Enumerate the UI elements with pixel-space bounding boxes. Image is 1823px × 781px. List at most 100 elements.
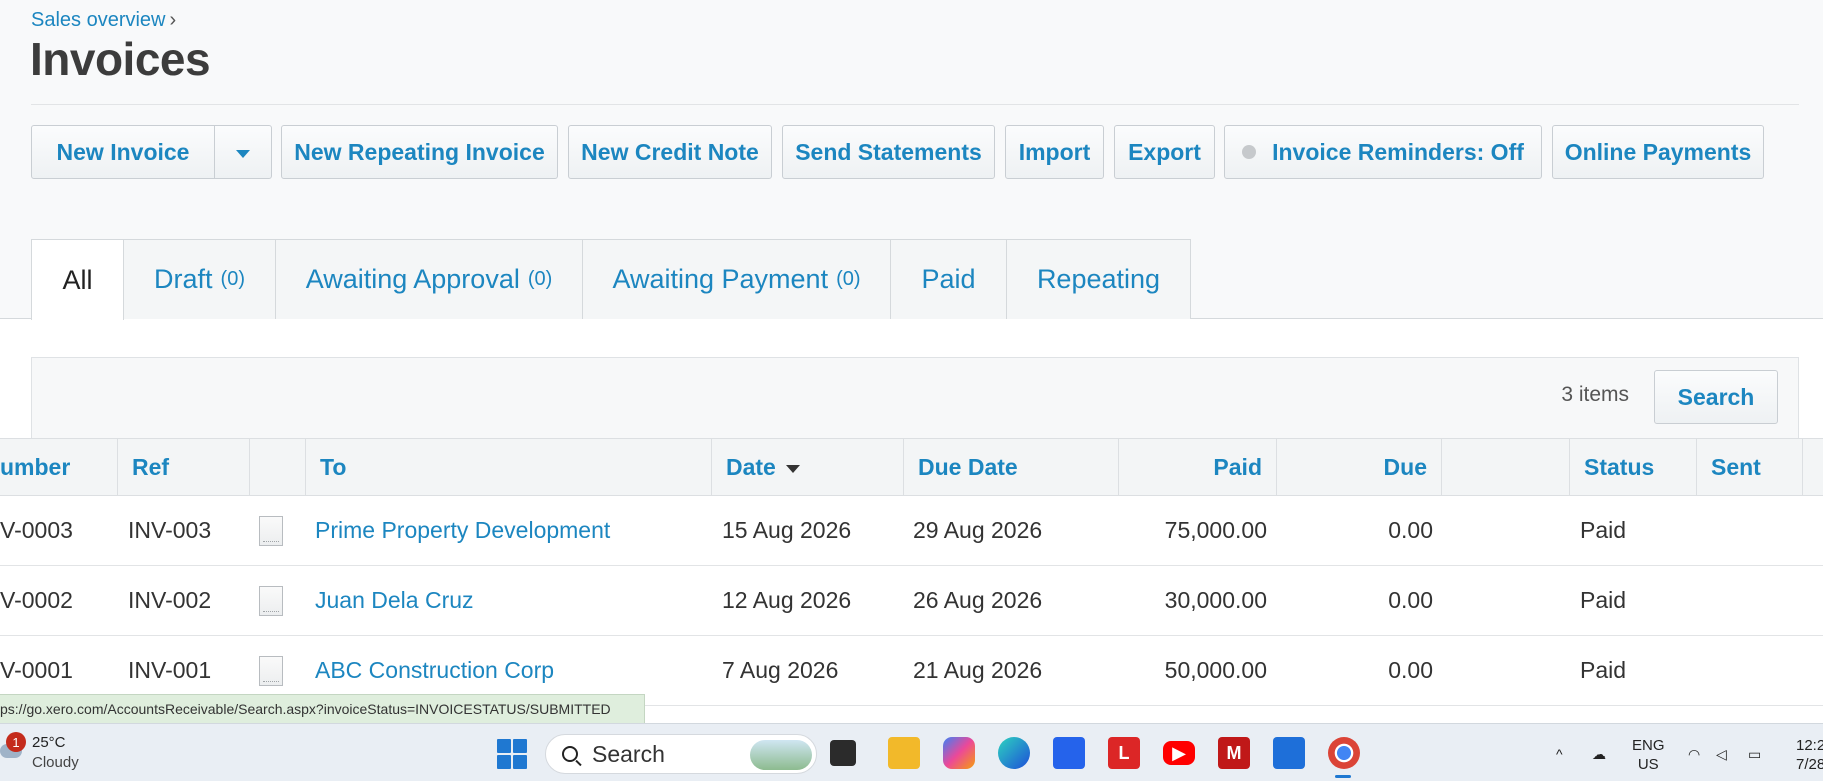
column-paid[interactable]: Paid (1119, 439, 1277, 495)
cell-due-date: 29 Aug 2026 (913, 517, 1043, 543)
table-header: umber Ref To Date Due Date Paid Due Stat… (0, 438, 1823, 496)
column-due[interactable]: Due (1277, 439, 1442, 495)
volume-icon[interactable]: ◁ (1716, 732, 1727, 776)
breadcrumb[interactable]: Sales overview › (31, 9, 176, 32)
file-explorer-icon[interactable] (888, 737, 920, 769)
import-button[interactable]: Import (1005, 125, 1104, 179)
chevron-down-icon (236, 150, 250, 158)
column-spacer (1442, 439, 1570, 495)
region-code: US (1637, 756, 1659, 773)
language-code: ENG (1632, 737, 1665, 754)
column-attachment (250, 439, 306, 495)
table-row[interactable]: V-0002 INV-002 Juan Dela Cruz 12 Aug 202… (0, 566, 1823, 636)
search-panel (31, 357, 1799, 439)
column-to[interactable]: To (306, 439, 712, 495)
remote-desktop-icon[interactable] (1273, 737, 1305, 769)
weather-temp: 25°C (32, 734, 66, 751)
column-sent[interactable]: Sent (1697, 439, 1803, 495)
cell-number: V-0002 (0, 587, 73, 613)
youtube-icon[interactable]: ▶ (1163, 741, 1195, 765)
column-date-label: Date (726, 453, 776, 480)
attachment-cell (259, 496, 283, 565)
notification-badge: 1 (6, 732, 26, 752)
new-invoice-button[interactable]: New Invoice (32, 126, 214, 178)
active-app-indicator (1335, 775, 1351, 778)
tab-all[interactable]: All (31, 239, 124, 320)
breadcrumb-link[interactable]: Sales overview (31, 9, 166, 31)
online-payments-button[interactable]: Online Payments (1552, 125, 1764, 179)
chrome-icon[interactable] (1328, 737, 1360, 769)
cell-date: 15 Aug 2026 (722, 517, 852, 543)
cell-due-date: 21 Aug 2026 (913, 657, 1043, 683)
tab-awaiting-approval[interactable]: Awaiting Approval (0) (276, 239, 583, 319)
tray-overflow-icon[interactable]: ^ (1556, 732, 1563, 776)
edge-icon[interactable] (998, 737, 1030, 769)
cell-to-link[interactable]: Prime Property Development (315, 496, 610, 565)
table-row[interactable]: V-0003 INV-003 Prime Property Developmen… (0, 496, 1823, 566)
new-credit-note-button[interactable]: New Credit Note (568, 125, 772, 179)
taskbar: 1 25°C Cloudy Search L ▶ M ^ ☁ ENG US ◠ … (0, 723, 1823, 781)
tab-label: Draft (154, 264, 213, 294)
search-highlight-icon (750, 740, 812, 770)
l-app-icon[interactable]: L (1108, 737, 1140, 769)
cell-date: 12 Aug 2026 (722, 587, 852, 613)
invoice-reminders-label: Invoice Reminders: Off (1272, 138, 1524, 165)
breadcrumb-separator: › (169, 9, 177, 31)
cell-due: 0.00 (1388, 587, 1433, 613)
sort-descending-icon (785, 464, 800, 473)
store-icon[interactable] (1053, 737, 1085, 769)
tab-count: (0) (220, 268, 245, 290)
windows-start-icon[interactable] (497, 739, 527, 769)
document-icon (259, 585, 283, 616)
column-ref[interactable]: Ref (118, 439, 250, 495)
tab-paid[interactable]: Paid (891, 239, 1007, 319)
column-status[interactable]: Status (1570, 439, 1697, 495)
tab-label: Awaiting Payment (612, 264, 829, 294)
column-due-date[interactable]: Due Date (904, 439, 1119, 495)
new-invoice-dropdown-button[interactable] (214, 126, 271, 178)
column-number[interactable]: umber (0, 439, 118, 495)
tab-label: Repeating (1036, 264, 1161, 294)
new-invoice-split-button: New Invoice (31, 125, 272, 179)
clock-date: 7/28 (1796, 756, 1823, 773)
weather-widget[interactable]: 1 25°C Cloudy (0, 732, 110, 776)
export-button[interactable]: Export (1114, 125, 1215, 179)
clock-time: 12:2 (1796, 737, 1823, 754)
tab-repeating[interactable]: Repeating (1007, 239, 1191, 319)
cell-paid: 50,000.00 (1164, 657, 1267, 683)
cell-paid: 30,000.00 (1164, 587, 1267, 613)
language-indicator[interactable]: ENG US (1632, 736, 1665, 774)
tab-label: Paid (921, 264, 976, 294)
battery-icon[interactable]: ▭ (1748, 732, 1761, 776)
cell-due-date: 26 Aug 2026 (913, 587, 1043, 613)
attachment-cell (259, 566, 283, 635)
items-count: 3 items (1561, 383, 1629, 406)
cell-ref: INV-003 (128, 517, 212, 543)
new-repeating-invoice-button[interactable]: New Repeating Invoice (281, 125, 558, 179)
cloud-sync-icon[interactable]: ☁ (1592, 732, 1606, 776)
link-status-bar: ps://go.xero.com/AccountsReceivable/Sear… (0, 694, 645, 724)
tab-label: Awaiting Approval (305, 264, 520, 294)
send-statements-button[interactable]: Send Statements (782, 125, 995, 179)
invoice-reminders-button[interactable]: Invoice Reminders: Off (1224, 125, 1542, 179)
taskbar-search[interactable]: Search (545, 734, 817, 774)
column-date[interactable]: Date (712, 439, 904, 495)
cell-due: 0.00 (1388, 517, 1433, 543)
cell-paid: 75,000.00 (1164, 517, 1267, 543)
cell-status: Paid (1580, 517, 1627, 543)
cell-to-link[interactable]: Juan Dela Cruz (315, 566, 474, 635)
taskbar-search-label: Search (592, 740, 665, 767)
tab-awaiting-payment[interactable]: Awaiting Payment (0) (583, 239, 891, 319)
cell-ref: INV-002 (128, 587, 212, 613)
cell-date: 7 Aug 2026 (722, 657, 839, 683)
mcafee-icon[interactable]: M (1218, 737, 1250, 769)
copilot-icon[interactable] (943, 737, 975, 769)
wifi-icon[interactable]: ◠ (1688, 732, 1700, 776)
document-icon (259, 655, 283, 686)
search-button[interactable]: Search (1654, 370, 1778, 424)
weather-condition: Cloudy (32, 754, 79, 771)
task-view-icon[interactable] (830, 740, 856, 766)
tab-draft[interactable]: Draft (0) (124, 239, 276, 319)
page-title: Invoices (30, 33, 211, 85)
system-clock[interactable]: 12:2 7/28 (1796, 736, 1823, 774)
